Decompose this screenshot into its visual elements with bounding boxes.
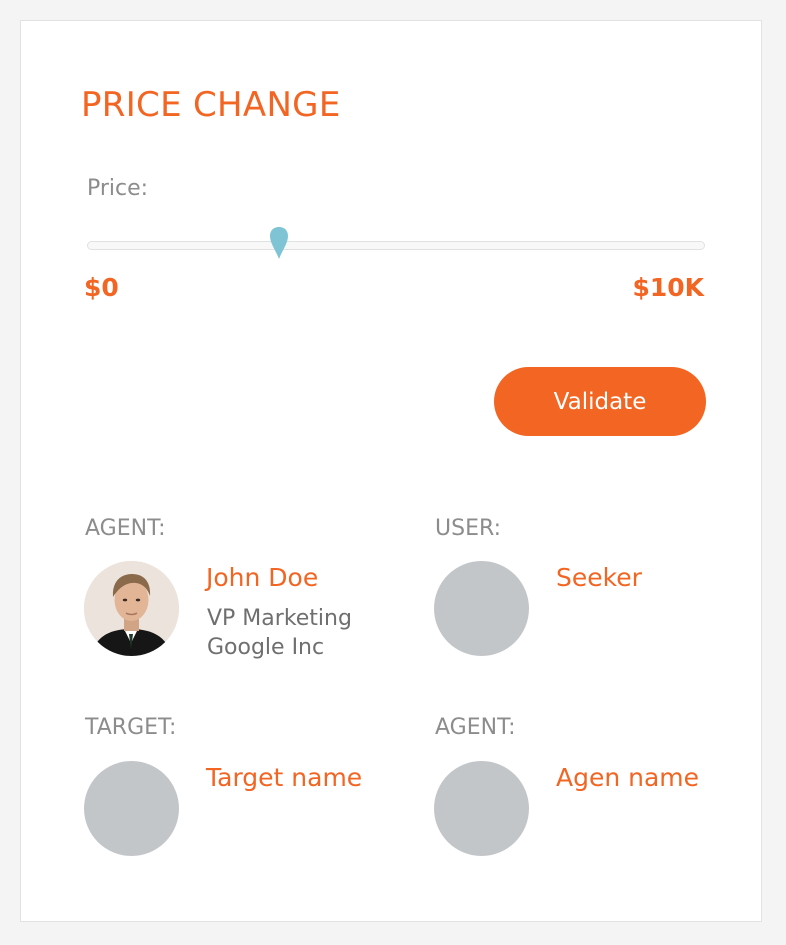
page-title: PRICE CHANGE: [81, 85, 341, 125]
validate-button[interactable]: Validate: [494, 367, 706, 436]
agent2-role-label: AGENT:: [435, 715, 516, 740]
target-role-label: TARGET:: [85, 715, 177, 740]
agent-job-title: VP Marketing: [207, 606, 352, 631]
price-max-label: $10K: [632, 273, 704, 302]
agent-role-label: AGENT:: [85, 516, 166, 541]
agent2-name[interactable]: Agen name: [556, 762, 699, 794]
agent2-avatar: [434, 761, 529, 856]
target-avatar: [84, 761, 179, 856]
agent-company: Google Inc: [207, 635, 325, 660]
price-label: Price:: [87, 176, 149, 201]
agent-name[interactable]: John Doe: [206, 562, 318, 594]
target-name[interactable]: Target name: [206, 762, 362, 794]
price-min-label: $0: [84, 273, 119, 302]
price-change-card: PRICE CHANGE Price: $0 $10K Validate AGE…: [20, 20, 762, 922]
user-avatar: [434, 561, 529, 656]
price-slider-handle[interactable]: [269, 226, 289, 260]
price-slider-track[interactable]: [87, 241, 705, 250]
user-name[interactable]: Seeker: [556, 562, 642, 594]
agent-avatar-portrait: [84, 561, 179, 656]
agent-avatar: [84, 561, 179, 656]
user-role-label: USER:: [435, 516, 501, 541]
